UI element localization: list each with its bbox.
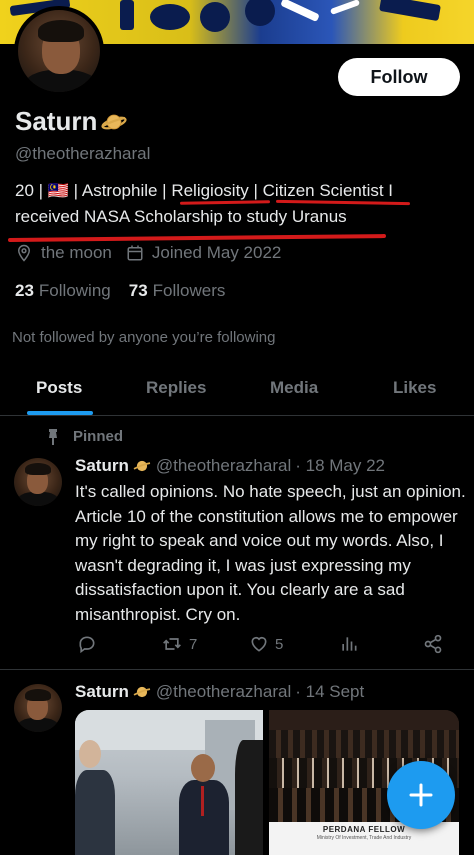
retweet-count: 7 [189,635,198,653]
calendar-icon [127,245,143,261]
tab-posts[interactable]: Posts [36,378,82,398]
views-button[interactable] [339,634,359,654]
follow-button[interactable]: Follow [338,58,460,96]
followers-count: 73 [128,281,148,300]
tab-media[interactable]: Media [270,378,318,398]
annotation-underline-bio [7,234,387,242]
image-subcaption: Ministry Of Investment, Trade And Indust… [316,835,412,841]
followers-label: Followers [152,281,226,300]
follow-counts: 23 Following 73 Followers [15,281,225,301]
pin-icon [49,428,57,445]
compose-plus-icon [409,783,433,807]
reply-icon [79,636,95,654]
tweet-avatar[interactable] [14,684,62,732]
profile-meta: the moon Joined May 2022 [15,243,281,263]
pinned-label: Pinned [46,428,123,445]
profile-avatar[interactable] [14,6,104,96]
following-label: Following [38,281,111,300]
following-count: 23 [15,281,34,300]
tab-likes[interactable]: Likes [393,378,436,398]
like-icon [251,636,267,652]
profile-name-text: Saturn [15,106,98,136]
views-icon [342,637,357,651]
planet-emoji-icon [133,686,151,698]
like-button[interactable]: 5 [249,634,283,654]
tweet-author[interactable]: Saturn [75,682,152,702]
bio-line-2: received NASA Scholarship to study Uranu… [15,207,347,226]
tweet-author[interactable]: Saturn [75,456,152,476]
tweet-date: · 18 May 22 [295,456,386,475]
tweet-author-name: Saturn [75,456,129,475]
planet-emoji-icon [101,114,127,129]
tweet-text: It's called opinions. No hate speech, ju… [75,482,466,624]
profile-joined: Joined May 2022 [151,243,282,262]
planet-emoji-icon [133,460,151,472]
followers-link[interactable]: 73 Followers [129,281,226,301]
active-tab-indicator [27,411,93,415]
like-count: 5 [275,635,284,653]
retweet-button[interactable]: 7 [161,634,197,654]
tweet-avatar[interactable] [14,458,62,506]
tweet-date: · 14 Sept [295,682,365,701]
tweet-header: Saturn @theotherazharal · 14 Sept [75,682,364,702]
share-icon [424,634,442,654]
tweet-actions: 7 5 [75,634,455,658]
tweet-handle: @theotherazharal [155,682,292,701]
tweet-author-name: Saturn [75,682,129,701]
compose-button[interactable] [387,761,455,829]
profile-location: the moon [41,243,112,262]
tweet-divider [0,669,474,670]
location-pin-icon [17,244,31,262]
retweet-icon [163,638,181,650]
share-button[interactable] [423,634,443,654]
tweet-handle: @theotherazharal [155,456,292,475]
profile-name: Saturn [15,106,127,137]
tweet-image-1[interactable] [75,710,263,855]
not-followed-note: Not followed by anyone you’re following [12,329,276,346]
reply-button[interactable] [77,634,97,654]
profile-handle: @theotherazharal [15,144,151,163]
following-link[interactable]: 23 Following [15,281,111,301]
tweet-header: Saturn @theotherazharal · 18 May 22 [75,456,385,476]
tab-replies[interactable]: Replies [146,378,206,398]
profile-tabs: Posts Replies Media Likes [0,362,474,416]
pinned-text: Pinned [73,428,124,445]
